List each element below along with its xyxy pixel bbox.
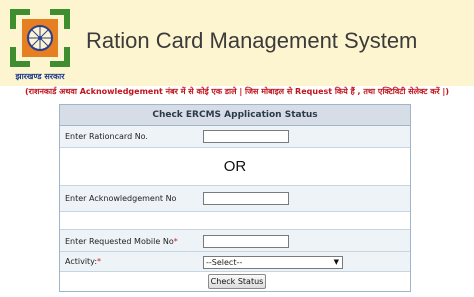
spacer-row xyxy=(60,212,410,230)
activity-selected-value: --Select-- xyxy=(206,258,243,267)
mobile-input[interactable] xyxy=(203,235,289,248)
submit-row: Check Status xyxy=(60,272,410,291)
page-header: झारखण्ड सरकार Ration Card Management Sys… xyxy=(0,0,474,86)
form-title: Check ERCMS Application Status xyxy=(60,105,410,126)
acknowledgement-input[interactable] xyxy=(203,192,289,205)
instruction-notice: (राशनकार्ड अथवा Acknowledgement नंबर में… xyxy=(25,87,449,96)
or-separator: OR xyxy=(223,158,247,175)
required-mark: * xyxy=(173,237,178,246)
rationcard-input[interactable] xyxy=(203,130,289,143)
mobile-row: Enter Requested Mobile No* xyxy=(60,230,410,252)
activity-label-text: Activity: xyxy=(65,257,98,266)
activity-label: Activity:* xyxy=(65,257,101,266)
rationcard-row: Enter Rationcard No. xyxy=(60,126,410,148)
required-mark: * xyxy=(97,257,102,266)
logo-caption: झारखण्ड सरकार xyxy=(15,72,65,81)
mobile-label: Enter Requested Mobile No* xyxy=(65,237,178,246)
rationcard-label: Enter Rationcard No. xyxy=(65,132,148,141)
or-row: OR xyxy=(60,148,410,186)
dropdown-arrow-icon: ▼ xyxy=(333,258,339,266)
ack-row: Enter Acknowledgement No xyxy=(60,186,410,212)
application-status-form: Check ERCMS Application Status Enter Rat… xyxy=(59,104,411,292)
check-status-button[interactable]: Check Status xyxy=(208,274,266,289)
activity-select[interactable]: --Select-- ▼ xyxy=(203,256,343,269)
activity-row: Activity:* --Select-- ▼ xyxy=(60,252,410,272)
ack-label: Enter Acknowledgement No xyxy=(65,194,177,203)
mobile-label-text: Enter Requested Mobile No xyxy=(65,237,174,246)
jharkhand-emblem-logo: झारखण्ड सरकार xyxy=(6,5,74,83)
app-title: Ration Card Management System xyxy=(86,28,418,53)
